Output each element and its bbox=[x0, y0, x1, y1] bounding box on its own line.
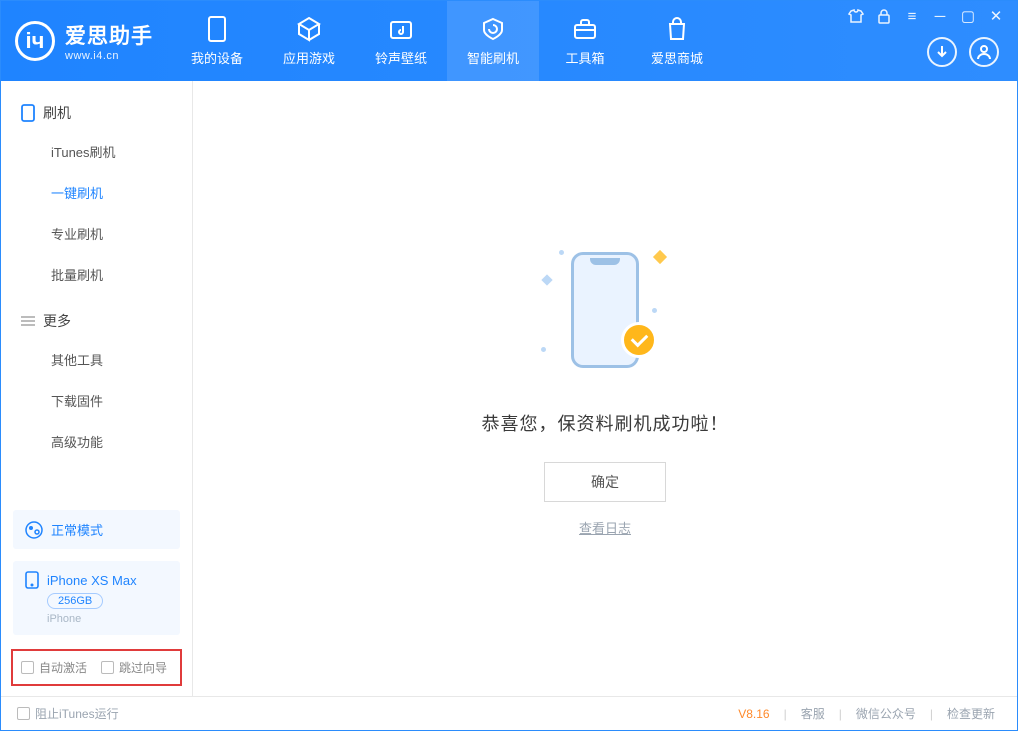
brand-subtitle: www.i4.cn bbox=[65, 50, 153, 62]
auto-activate-checkbox[interactable]: 自动激活 bbox=[21, 659, 87, 676]
separator: | bbox=[930, 707, 933, 721]
sidebar-item-pro[interactable]: 专业刷机 bbox=[1, 213, 192, 254]
device-type: iPhone bbox=[47, 613, 81, 625]
version-label: V8.16 bbox=[738, 707, 769, 721]
sidebar-item-itunes[interactable]: iTunes刷机 bbox=[1, 131, 192, 172]
sparkle-icon bbox=[653, 250, 667, 264]
device-card[interactable]: iPhone XS Max 256GB iPhone bbox=[13, 561, 180, 635]
device-name: iPhone XS Max bbox=[47, 573, 137, 588]
maximize-icon[interactable]: ▢ bbox=[959, 7, 977, 25]
download-button[interactable] bbox=[927, 37, 957, 67]
app-header: iч 爱思助手 www.i4.cn 我的设备 应用游戏 铃声壁纸 智能刷机 工具… bbox=[1, 1, 1017, 81]
device-icon bbox=[21, 104, 35, 122]
nav-label: 应用游戏 bbox=[283, 48, 335, 67]
menu-icon[interactable]: ≡ bbox=[903, 7, 921, 25]
nav-ringtones[interactable]: 铃声壁纸 bbox=[355, 1, 447, 81]
view-log-link[interactable]: 查看日志 bbox=[579, 518, 631, 537]
nav-toolbox[interactable]: 工具箱 bbox=[539, 1, 631, 81]
separator: | bbox=[784, 707, 787, 721]
nav-label: 我的设备 bbox=[191, 48, 243, 67]
checkbox-icon bbox=[17, 707, 30, 720]
options-row: 自动激活 跳过向导 bbox=[11, 649, 182, 686]
window-controls: ≡ ─ ▢ ✕ bbox=[847, 7, 1005, 25]
top-nav: 我的设备 应用游戏 铃声壁纸 智能刷机 工具箱 爱思商城 bbox=[171, 1, 723, 81]
list-icon bbox=[21, 314, 35, 328]
checkbox-icon bbox=[21, 661, 34, 674]
user-button[interactable] bbox=[969, 37, 999, 67]
cube-icon bbox=[296, 16, 322, 42]
checkbox-label: 跳过向导 bbox=[119, 659, 167, 676]
checkbox-label: 阻止iTunes运行 bbox=[35, 705, 119, 722]
wechat-link[interactable]: 微信公众号 bbox=[850, 705, 922, 722]
refresh-shield-icon bbox=[480, 16, 506, 42]
checkbox-label: 自动激活 bbox=[39, 659, 87, 676]
minimize-icon[interactable]: ─ bbox=[931, 7, 949, 25]
logo-icon: iч bbox=[15, 21, 55, 61]
status-bar: 阻止iTunes运行 V8.16 | 客服 | 微信公众号 | 检查更新 bbox=[1, 696, 1017, 730]
main-content: 恭喜您，保资料刷机成功啦！ 确定 查看日志 bbox=[193, 81, 1017, 696]
sidebar-item-firmware[interactable]: 下载固件 bbox=[1, 380, 192, 421]
storage-badge: 256GB bbox=[47, 593, 103, 609]
sidebar-item-batch[interactable]: 批量刷机 bbox=[1, 254, 192, 295]
checkmark-badge-icon bbox=[621, 322, 657, 358]
bag-icon bbox=[664, 16, 690, 42]
section-title: 刷机 bbox=[43, 103, 71, 123]
brand-title: 爱思助手 bbox=[65, 20, 153, 50]
mode-indicator[interactable]: 正常模式 bbox=[13, 510, 180, 549]
nav-store[interactable]: 爱思商城 bbox=[631, 1, 723, 81]
nav-label: 工具箱 bbox=[565, 48, 604, 67]
success-illustration bbox=[535, 240, 675, 380]
separator: | bbox=[839, 707, 842, 721]
tshirt-icon[interactable] bbox=[847, 7, 865, 25]
sidebar-item-other[interactable]: 其他工具 bbox=[1, 339, 192, 380]
support-link[interactable]: 客服 bbox=[795, 705, 831, 722]
nav-my-device[interactable]: 我的设备 bbox=[171, 1, 263, 81]
lock-icon[interactable] bbox=[875, 7, 893, 25]
sidebar-item-oneclick[interactable]: 一键刷机 bbox=[1, 172, 192, 213]
mode-label: 正常模式 bbox=[51, 520, 103, 539]
sparkle-icon bbox=[541, 274, 552, 285]
sidebar-section-more: 更多 bbox=[1, 303, 192, 339]
phone-icon bbox=[204, 16, 230, 42]
music-folder-icon bbox=[388, 16, 414, 42]
header-actions bbox=[927, 37, 999, 67]
skip-guide-checkbox[interactable]: 跳过向导 bbox=[101, 659, 167, 676]
nav-label: 智能刷机 bbox=[467, 48, 519, 67]
sidebar-item-advanced[interactable]: 高级功能 bbox=[1, 421, 192, 462]
success-message: 恭喜您，保资料刷机成功啦！ bbox=[482, 410, 729, 436]
update-link[interactable]: 检查更新 bbox=[941, 705, 1001, 722]
sidebar: 刷机 iTunes刷机 一键刷机 专业刷机 批量刷机 更多 其他工具 下载固件 … bbox=[1, 81, 193, 696]
checkbox-icon bbox=[101, 661, 114, 674]
nav-label: 爱思商城 bbox=[651, 48, 703, 67]
sidebar-section-flash: 刷机 bbox=[1, 95, 192, 131]
dot-icon bbox=[652, 308, 657, 313]
dot-icon bbox=[559, 250, 564, 255]
nav-apps[interactable]: 应用游戏 bbox=[263, 1, 355, 81]
close-icon[interactable]: ✕ bbox=[987, 7, 1005, 25]
ok-button[interactable]: 确定 bbox=[544, 462, 666, 502]
section-title: 更多 bbox=[43, 311, 71, 331]
block-itunes-checkbox[interactable]: 阻止iTunes运行 bbox=[17, 705, 119, 722]
phone-icon bbox=[25, 571, 39, 589]
nav-label: 铃声壁纸 bbox=[375, 48, 427, 67]
mode-icon bbox=[25, 521, 43, 539]
brand: iч 爱思助手 www.i4.cn bbox=[1, 1, 171, 81]
dot-icon bbox=[541, 347, 546, 352]
nav-flash[interactable]: 智能刷机 bbox=[447, 1, 539, 81]
app-body: 刷机 iTunes刷机 一键刷机 专业刷机 批量刷机 更多 其他工具 下载固件 … bbox=[1, 81, 1017, 696]
toolbox-icon bbox=[572, 16, 598, 42]
